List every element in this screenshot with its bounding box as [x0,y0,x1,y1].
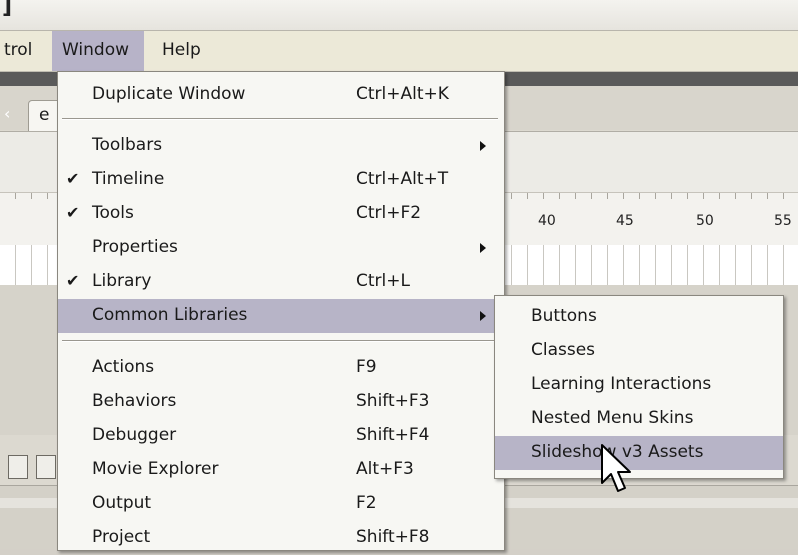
menu-item-label: Tools [92,203,134,223]
menu-item-label: Duplicate Window [92,84,246,104]
menu-item-shortcut: Alt+F3 [356,459,414,479]
menu-item-shortcut: F9 [356,357,377,377]
menu-item-shortcut: F2 [356,493,377,513]
document-tab-label: e [39,105,50,125]
menu-item-label: Movie Explorer [92,459,219,479]
submenu-item-label: Learning Interactions [531,374,712,394]
submenu-item-learning-interactions[interactable]: Learning Interactions [495,368,783,402]
menu-item-shortcut: Shift+F4 [356,425,430,445]
mouse-pointer-icon [601,444,631,492]
menu-item-tools[interactable]: ✔ Tools Ctrl+F2 [58,197,504,231]
menu-item-shortcut: Ctrl+L [356,271,410,291]
submenu-arrow-icon [480,243,486,253]
menu-bar: trol Window Help [0,31,798,72]
submenu-arrow-icon [480,141,486,151]
timeline-layer-buttons [0,455,60,483]
menu-item-common-libraries[interactable]: Common Libraries [58,299,504,333]
menu-item-output[interactable]: Output F2 [58,487,504,521]
menu-help[interactable]: Help [154,31,209,71]
menu-item-shortcut: Ctrl+Alt+T [356,169,449,189]
frame-number: 45 [616,213,634,229]
menu-item-shortcut: Ctrl+F2 [356,203,422,223]
menu-item-label: Properties [92,237,178,257]
menu-item-label: Output [92,493,152,513]
menu-item-label: Actions [92,357,155,377]
menu-item-shortcut: Shift+F3 [356,391,430,411]
menu-item-toolbars[interactable]: Toolbars [58,129,504,163]
submenu-arrow-icon [480,311,486,321]
menu-separator [62,118,498,120]
menu-item-properties[interactable]: Properties [58,231,504,265]
submenu-item-label: Buttons [531,306,597,326]
menu-item-movie-explorer[interactable]: Movie Explorer Alt+F3 [58,453,504,487]
submenu-item-label: Nested Menu Skins [531,408,694,428]
menu-item-label: Project [92,527,151,547]
menu-item-label: Common Libraries [92,305,248,325]
menu-item-label: Debugger [92,425,177,445]
insert-folder-icon[interactable] [36,455,56,479]
checkmark-icon: ✔ [66,169,80,188]
submenu-item-label: Classes [531,340,596,360]
window-menu: Duplicate Window Ctrl+Alt+K Toolbars ✔ T… [57,71,505,551]
insert-layer-icon[interactable] [8,455,28,479]
checkmark-icon: ✔ [66,271,80,290]
menu-item-label: Library [92,271,152,291]
checkmark-icon: ✔ [66,203,80,222]
submenu-item-classes[interactable]: Classes [495,334,783,368]
menu-item-label: Toolbars [92,135,163,155]
menu-item-label: Timeline [92,169,165,189]
menu-separator [62,340,498,342]
menu-window[interactable]: Window [52,31,144,71]
menu-item-timeline[interactable]: ✔ Timeline Ctrl+Alt+T [58,163,504,197]
menu-item-actions[interactable]: Actions F9 [58,351,504,385]
menu-item-label: Behaviors [92,391,177,411]
title-bar: ] [0,0,798,31]
menu-item-library[interactable]: ✔ Library Ctrl+L [58,265,504,299]
menu-item-debugger[interactable]: Debugger Shift+F4 [58,419,504,453]
menu-item-shortcut: Shift+F8 [356,527,430,547]
menu-item-duplicate-window[interactable]: Duplicate Window Ctrl+Alt+K [58,78,504,112]
frame-number: 55 [774,213,792,229]
menu-item-shortcut: Ctrl+Alt+K [356,84,449,104]
submenu-item-nested-menu-skins[interactable]: Nested Menu Skins [495,402,783,436]
frame-number: 40 [538,213,556,229]
menu-item-project[interactable]: Project Shift+F8 [58,521,504,555]
title-fragment: ] [2,0,13,19]
menu-control[interactable]: trol [0,31,40,71]
frame-number: 50 [696,213,714,229]
submenu-item-buttons[interactable]: Buttons [495,300,783,334]
menu-item-behaviors[interactable]: Behaviors Shift+F3 [58,385,504,419]
tab-scroll-left-icon[interactable]: ‹ [4,104,10,123]
